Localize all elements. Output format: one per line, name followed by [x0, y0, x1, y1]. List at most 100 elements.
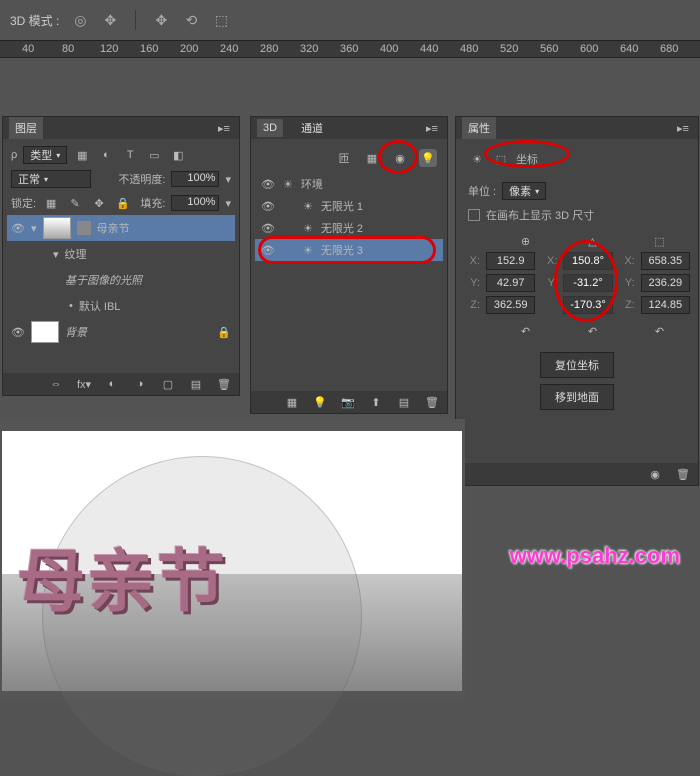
lock-trans-icon[interactable]: ▦ — [42, 194, 60, 212]
z-rot-input[interactable]: -170.3° — [563, 296, 612, 314]
fx-icon[interactable]: fx▾ — [75, 375, 93, 393]
layer-sub-texture[interactable]: ▾ 纹理 — [7, 241, 235, 267]
reset-pos-button[interactable]: ↶ — [499, 322, 553, 340]
y-scale-input[interactable]: 236.29 — [641, 274, 690, 292]
panel-tabs: 属性 ▸≡ — [456, 117, 698, 139]
new-icon[interactable]: ▤ — [187, 375, 205, 393]
coord-icon[interactable]: ⬚ — [492, 150, 510, 168]
visibility-icon[interactable]: 👁 — [261, 222, 275, 235]
3d-item-environment[interactable]: 👁 ☀ 环境 — [255, 173, 443, 195]
layer-item-background[interactable]: 👁 背景 🔒 — [7, 319, 235, 345]
unit-select[interactable]: 像素 — [502, 182, 546, 200]
panel-tabs: 图层 ▸≡ — [3, 117, 239, 139]
layer-name: 默认 IBL — [79, 298, 121, 314]
filter-shape-icon[interactable]: ▭ — [145, 146, 163, 164]
scale-icon[interactable]: ⬚ — [212, 11, 230, 29]
visibility-icon[interactable]: 👁 — [11, 222, 25, 235]
x-scale-input[interactable]: 658.35 — [641, 252, 690, 270]
layer-name: 背景 — [65, 324, 87, 340]
visibility-icon[interactable]: 👁 — [11, 326, 25, 339]
expand-icon[interactable]: ▾ — [53, 248, 59, 261]
y-pos-input[interactable]: 42.97 — [486, 274, 535, 292]
lock-pos-icon[interactable]: ✥ — [90, 194, 108, 212]
orbit-icon[interactable]: ◎ — [71, 11, 89, 29]
filter-light-icon[interactable]: 💡 — [419, 149, 437, 167]
lock-paint-icon[interactable]: ✎ — [66, 194, 84, 212]
dropdown-icon[interactable]: ▾ — [225, 173, 231, 186]
tab-channels[interactable]: 通道 — [295, 117, 329, 139]
tab-layers[interactable]: 图层 — [9, 117, 43, 139]
rotate-icon[interactable]: ⟲ — [182, 11, 200, 29]
fill-input[interactable]: 100% — [171, 195, 219, 211]
light-icon: ☀ — [303, 244, 313, 257]
watermark: www.psahz.com — [510, 543, 680, 569]
filter-smart-icon[interactable]: ◧ — [169, 146, 187, 164]
x-label: X: — [464, 255, 480, 267]
3d-item-light-3[interactable]: 👁 ☀ 无限光 3 — [255, 239, 443, 261]
visibility-icon[interactable]: 👁 — [261, 200, 275, 213]
reset-coords-button[interactable]: 复位坐标 — [540, 352, 614, 378]
link-icon[interactable]: ⇔ — [47, 375, 65, 393]
light-props-icon[interactable]: ☀ — [468, 150, 486, 168]
trash-icon[interactable]: 🗑 — [215, 375, 233, 393]
blend-mode-select[interactable]: 正常 — [11, 170, 91, 188]
x-pos-input[interactable]: 152.9 — [486, 252, 535, 270]
filter-mesh-icon[interactable]: ▦ — [363, 149, 381, 167]
layer-sub-default-ibl[interactable]: • 默认 IBL — [7, 293, 235, 319]
visibility-icon[interactable]: 👁 — [261, 244, 275, 257]
layer-sub-ibl-label[interactable]: 基于图像的光照 — [7, 267, 235, 293]
item-label: 无限光 1 — [321, 198, 363, 214]
options-bar: 3D 模式 : ◎ ✥ ✥ ⟲ ⬚ — [0, 0, 700, 40]
move-to-ground-button[interactable]: 移到地面 — [540, 384, 614, 410]
panel-menu-icon[interactable]: ▸≡ — [215, 119, 233, 137]
reset-scale-button[interactable]: ↶ — [633, 322, 687, 340]
panel-menu-icon[interactable]: ▸≡ — [674, 119, 692, 137]
x-rot-input[interactable]: 150.8° — [563, 252, 612, 270]
filter-type-icon[interactable]: T — [121, 146, 139, 164]
move-icon[interactable]: ✥ — [152, 11, 170, 29]
footer-light-icon[interactable]: 💡 — [311, 393, 329, 411]
env-icon: ☀ — [283, 178, 293, 191]
properties-panel: 属性 ▸≡ ☀ ⬚ 坐标 单位 : 像素 在画布上显示 3D 尺寸 ⊕ △ ⬚ … — [455, 116, 699, 486]
layers-body: ρ 类型 ▦ ◐ T ▭ ◧ 正常 不透明度: 100% ▾ 锁定: ▦ ✎ ✥… — [3, 139, 239, 373]
3d-item-light-1[interactable]: 👁 ☀ 无限光 1 — [255, 195, 443, 217]
3d-body: 匝 ▦ ◉ 💡 👁 ☀ 环境 👁 ☀ 无限光 1 👁 ☀ 无限光 2 👁 ☀ 无… — [251, 139, 447, 391]
filter-pixel-icon[interactable]: ▦ — [73, 146, 91, 164]
unit-label: 单位 : — [468, 183, 496, 199]
footer-new-icon[interactable]: ▤ — [395, 393, 413, 411]
filter-kind-select[interactable]: 类型 — [23, 146, 67, 164]
tab-3d[interactable]: 3D — [257, 119, 283, 137]
tab-properties[interactable]: 属性 — [462, 117, 496, 139]
layer-thumb — [43, 217, 71, 239]
z-pos-input[interactable]: 362.59 — [486, 296, 535, 314]
expand-icon[interactable]: ▾ — [31, 222, 37, 235]
adjust-icon[interactable]: ◑ — [131, 375, 149, 393]
visibility-icon[interactable]: 👁 — [261, 178, 275, 191]
filter-material-icon[interactable]: ◉ — [391, 149, 409, 167]
3d-text-object: 母亲节 — [17, 526, 227, 625]
document-viewport[interactable]: 母亲节 — [0, 419, 465, 699]
footer-render-icon[interactable]: ◉ — [646, 465, 664, 483]
footer-camera-icon[interactable]: 📷 — [339, 393, 357, 411]
y-rot-input[interactable]: -31.2° — [563, 274, 612, 292]
footer-render-icon[interactable]: ⬆ — [367, 393, 385, 411]
opacity-input[interactable]: 100% — [171, 171, 219, 187]
filter-scene-icon[interactable]: 匝 — [335, 149, 353, 167]
pan-icon[interactable]: ✥ — [101, 11, 119, 29]
layer-item-mothers-day[interactable]: 👁 ▾ 母亲节 — [7, 215, 235, 241]
filter-adjust-icon[interactable]: ◐ — [97, 146, 115, 164]
z-scale-input[interactable]: 124.85 — [641, 296, 690, 314]
mask-icon[interactable]: ◐ — [103, 375, 121, 393]
layers-panel: 图层 ▸≡ ρ 类型 ▦ ◐ T ▭ ◧ 正常 不透明度: 100% ▾ 锁定:… — [2, 116, 240, 396]
3d-item-light-2[interactable]: 👁 ☀ 无限光 2 — [255, 217, 443, 239]
panel-menu-icon[interactable]: ▸≡ — [423, 119, 441, 137]
show-3d-checkbox[interactable] — [468, 209, 480, 221]
lock-all-icon[interactable]: 🔒 — [114, 194, 132, 212]
reset-rot-button[interactable]: ↶ — [566, 322, 620, 340]
group-icon[interactable]: ▢ — [159, 375, 177, 393]
footer-trash-icon[interactable]: 🗑 — [674, 465, 692, 483]
dropdown-icon[interactable]: ▾ — [225, 197, 231, 210]
footer-mesh-icon[interactable]: ▦ — [283, 393, 301, 411]
layer-name: 纹理 — [65, 246, 87, 262]
footer-trash-icon[interactable]: 🗑 — [423, 393, 441, 411]
